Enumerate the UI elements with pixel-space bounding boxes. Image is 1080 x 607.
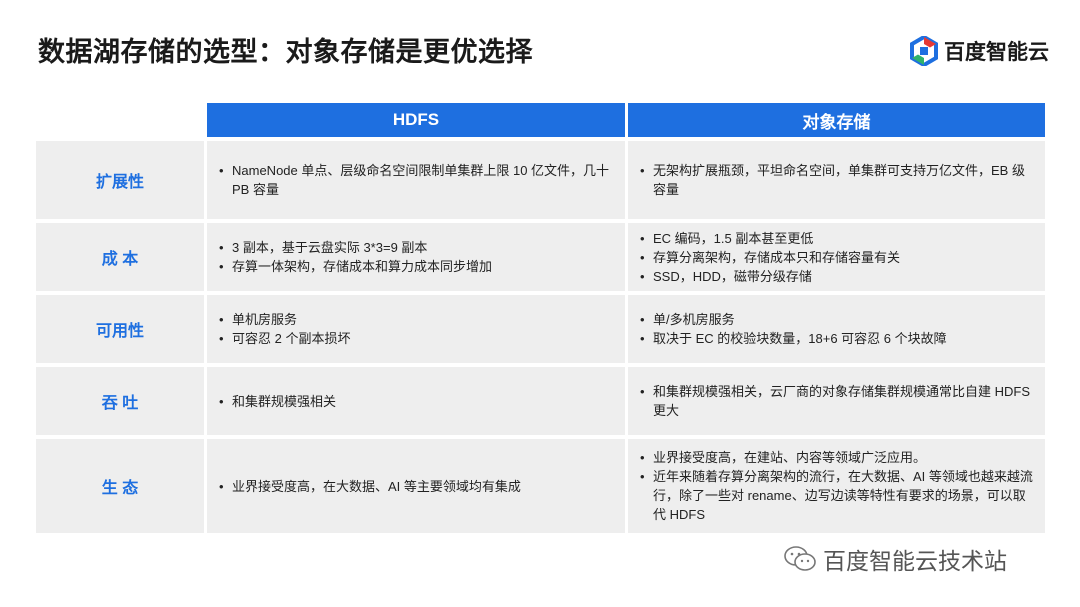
list-item: • 存算分离架构，存储成本只和存储容量有关 <box>640 249 901 265</box>
bullet-text: EC 编码，1.5 副本甚至更低 <box>653 230 814 246</box>
hdfs-cell: • 业界接受度高，在大数据、AI 等主要领域均有集成 <box>207 439 625 533</box>
bullet-text: SSD，HDD，磁带分级存储 <box>653 268 812 284</box>
bullet-text: 单机房服务 <box>232 312 298 327</box>
list-item: • EC 编码，1.5 副本甚至更低 <box>640 230 814 246</box>
object-cell: • EC 编码，1.5 副本甚至更低 • 存算分离架构，存储成本只和存储容量有关 •… <box>628 223 1045 291</box>
hdfs-cell: • 3 副本，基于云盘实际 3*3=9 副本 • 存算一体架构，存储成本和算力成本同… <box>207 223 625 291</box>
list-item: • 无架构扩展瓶颈，平坦命名空间，单集群可支持万亿文件，EB 级容量 <box>640 161 1033 199</box>
list-item: • 业界接受度高，在大数据、AI 等主要领域均有集成 <box>219 478 521 494</box>
hdfs-cell: • NameNode 单点、层级命名空间限制单集群上限 10 亿文件，几十 PB … <box>207 141 625 219</box>
wechat-icon <box>784 546 816 571</box>
table-row: 可用性 • 单机房服务 • 可容忍 2 个副本损坏 • 单/多机房服务 • 取决于 EC… <box>36 295 1045 363</box>
bullet-text: 存算一体架构，存储成本和算力成本同步增加 <box>232 259 493 274</box>
bullet-text: 存算分离架构，存储成本只和存储容量有关 <box>653 249 901 265</box>
bullet-text: 3 副本，基于云盘实际 3*3=9 副本 <box>232 240 428 255</box>
bullet-text: 近年来随着存算分离架构的流行，在大数据、AI 等领域也越来越流行，除了一些对 r… <box>653 469 1033 522</box>
page-title: 数据湖存储的选型：对象存储是更优选择 <box>38 37 533 67</box>
table-row: 扩展性 • NameNode 单点、层级命名空间限制单集群上限 10 亿文件，几十… <box>36 141 1045 219</box>
hdfs-cell: • 单机房服务 • 可容忍 2 个副本损坏 <box>207 295 625 363</box>
table-header-row: HDFS 对象存储 <box>36 103 1045 137</box>
list-item: • 和集群规模强相关 <box>219 393 337 409</box>
header-hdfs: HDFS <box>207 103 625 137</box>
bullet-text: 业界接受度高，在建站、内容等领域广泛应用。 <box>653 450 927 465</box>
bullet-text: 可容忍 2 个副本损坏 <box>232 331 351 346</box>
header-blank <box>36 103 204 137</box>
list-item: • 近年来随着存算分离架构的流行，在大数据、AI 等领域也越来越流行，除了一些对 … <box>640 469 1033 522</box>
row-label: 扩展性 <box>36 141 204 219</box>
comparison-table: HDFS 对象存储 扩展性 • NameNode 单点、层级命名空间限制单集群上限… <box>36 103 1045 537</box>
list-item: • 单/多机房服务 <box>640 312 735 327</box>
baidu-cloud-logo-icon <box>910 36 938 66</box>
brand-logo: 百度智能云 <box>910 34 1049 68</box>
object-cell: • 和集群规模强相关，云厂商的对象存储集群规模通常比自建 HDFS 更大 <box>628 367 1045 435</box>
bullet-text: 业界接受度高，在大数据、AI 等主要领域均有集成 <box>232 478 521 494</box>
list-item: • 业界接受度高，在建站、内容等领域广泛应用。 <box>640 450 927 465</box>
bullet-text: 和集群规模强相关，云厂商的对象存储集群规模通常比自建 HDFS 更大 <box>653 384 1031 418</box>
watermark-text: 百度智能云技术站 <box>823 548 1007 574</box>
table-row: 成 本 • 3 副本，基于云盘实际 3*3=9 副本 • 存算一体架构，存储成本和算… <box>36 223 1045 291</box>
list-item: • 可容忍 2 个副本损坏 <box>219 331 351 346</box>
table-row: 吞 吐 • 和集群规模强相关 • 和集群规模强相关，云厂商的对象存储集群规模通常比自… <box>36 367 1045 435</box>
wechat-watermark: 百度智能云技术站 <box>783 542 1007 576</box>
brand-name: 百度智能云 <box>944 41 1049 64</box>
header-object-storage: 对象存储 <box>628 103 1045 137</box>
list-item: • 单机房服务 <box>219 312 298 327</box>
list-item: • 取决于 EC 的校验块数量，18+6 可容忍 6 个块故障 <box>640 331 947 346</box>
list-item: • SSD，HDD，磁带分级存储 <box>640 268 812 284</box>
row-label: 生 态 <box>36 439 204 533</box>
object-cell: • 业界接受度高，在建站、内容等领域广泛应用。 • 近年来随着存算分离架构的流行，在… <box>628 439 1045 533</box>
bullet-text: NameNode 单点、层级命名空间限制单集群上限 10 亿文件，几十 PB 容… <box>232 163 610 197</box>
hdfs-cell: • 和集群规模强相关 <box>207 367 625 435</box>
bullet-text: 和集群规模强相关 <box>232 393 337 409</box>
list-item: • 和集群规模强相关，云厂商的对象存储集群规模通常比自建 HDFS 更大 <box>640 382 1033 420</box>
list-item: • 3 副本，基于云盘实际 3*3=9 副本 <box>219 240 428 255</box>
list-item: • NameNode 单点、层级命名空间限制单集群上限 10 亿文件，几十 PB … <box>219 161 613 199</box>
row-label: 成 本 <box>36 223 204 291</box>
bullet-text: 单/多机房服务 <box>653 312 735 327</box>
table-row: 生 态 • 业界接受度高，在大数据、AI 等主要领域均有集成 • 业界接受度高，在建… <box>36 439 1045 533</box>
bullet-text: 无架构扩展瓶颈，平坦命名空间，单集群可支持万亿文件，EB 级容量 <box>653 163 1025 197</box>
list-item: • 存算一体架构，存储成本和算力成本同步增加 <box>219 259 493 274</box>
row-label: 吞 吐 <box>36 367 204 435</box>
object-cell: • 单/多机房服务 • 取决于 EC 的校验块数量，18+6 可容忍 6 个块故障 <box>628 295 1045 363</box>
bullet-text: 取决于 EC 的校验块数量，18+6 可容忍 6 个块故障 <box>653 331 947 346</box>
object-cell: • 无架构扩展瓶颈，平坦命名空间，单集群可支持万亿文件，EB 级容量 <box>628 141 1045 219</box>
row-label: 可用性 <box>36 295 204 363</box>
